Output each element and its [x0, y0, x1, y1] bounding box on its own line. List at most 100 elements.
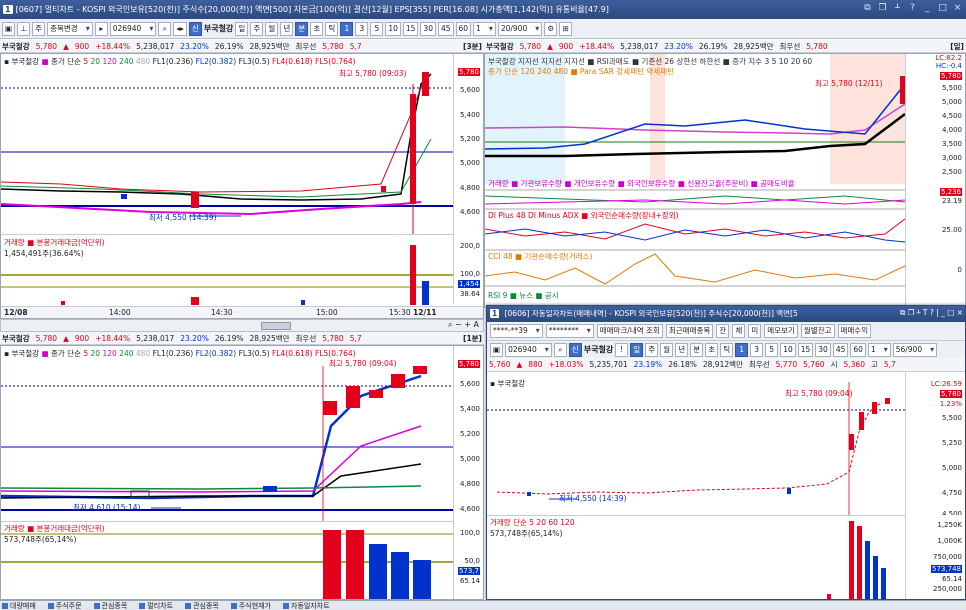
period-month-button[interactable]: 월 [265, 21, 279, 36]
window2-high-label: 최고 5,780 (09:04) [785, 389, 853, 398]
period-minute-button[interactable]: 분 [690, 342, 704, 357]
monthly-balance-button[interactable]: 월별잔고 [800, 324, 835, 338]
window2-controls-icon[interactable]: ⧉ ❐ ᚆ T ? | _ □ × [900, 308, 963, 318]
main-label-button[interactable]: 주 [32, 21, 46, 36]
account-select[interactable]: ****-**39 [490, 324, 543, 338]
period-tick-button[interactable]: 틱 [720, 342, 734, 357]
balance-button[interactable]: 잔 [716, 324, 730, 338]
trade-mark-query-button[interactable]: 매매마크/내역 조회 [596, 324, 663, 338]
taskbar-item[interactable]: 멀티차트 [139, 601, 173, 610]
period-tick-button[interactable]: 틱 [325, 21, 339, 36]
taskbar-item[interactable]: 대량매매 [2, 601, 36, 610]
auto-daily-chart-window[interactable]: 1 [0606] 자동일자차트(매매내역) - KOSPI 외국인보유[520(… [486, 305, 966, 600]
minute-5-button[interactable]: 5 [370, 21, 384, 36]
minute-3-button[interactable]: 3 [750, 342, 764, 357]
arrow-icon[interactable]: ▸ [94, 21, 108, 36]
period-minute-button[interactable]: 분 [295, 21, 309, 36]
config-icon[interactable]: ⊞ [559, 21, 573, 36]
quote-price: 5,780 [35, 41, 58, 51]
indicator-line [485, 228, 906, 243]
quote-up-arrow: ▲ [63, 333, 69, 343]
count-input[interactable]: 56/900 [892, 342, 938, 357]
copy-icon[interactable]: ❐ [876, 1, 889, 15]
unfilled-button[interactable]: 미 [748, 324, 762, 338]
period-week-button[interactable]: 주 [250, 21, 264, 36]
prev-next-icon[interactable]: ◂▸ [173, 21, 187, 36]
taskbar-item[interactable]: 관심종목 [185, 601, 219, 610]
pane3-interval-badge[interactable]: [1분] [463, 333, 482, 344]
layout-icon[interactable]: ▣ [490, 342, 504, 357]
minute-3-button[interactable]: 3 [355, 21, 369, 36]
period-second-button[interactable]: 초 [310, 21, 324, 36]
stock-change-select[interactable]: 종목변경 [47, 21, 93, 36]
pane3-chart[interactable]: ▪ 부국철강 ■ 종가 단순 5 20 120 240 480 FL1(0.23… [0, 345, 484, 600]
scrollbar-thumb[interactable] [261, 322, 291, 330]
pane3-vol-y-axis: 100,0 50,0 573,7 65.14 [453, 521, 483, 599]
close-icon[interactable]: × [951, 1, 964, 15]
unit-select[interactable]: 1 [867, 342, 891, 357]
help-icon[interactable]: ? [906, 1, 919, 15]
taskbar-item[interactable]: 주식현재가 [230, 601, 271, 610]
period-second-button[interactable]: 초 [705, 342, 719, 357]
period-day-button[interactable]: 일 [630, 342, 644, 357]
period-month-button[interactable]: 월 [660, 342, 674, 357]
candle [422, 72, 429, 96]
pane2-chart[interactable]: 부국철강 지지선 지지선 지지선 ■ RSI과매도 ■ 기준선 26 상한선 하… [484, 53, 966, 308]
quote-change: 900 [74, 333, 90, 343]
stock-code-input[interactable]: 026940 [109, 21, 157, 36]
period-year-button[interactable]: 년 [280, 21, 294, 36]
taskbar-item[interactable]: 주식주문 [47, 601, 82, 610]
zoom-icon[interactable]: ⌕ − + A [448, 320, 479, 330]
taskbar-item[interactable]: 자동일자차트 [283, 601, 330, 610]
minimize-icon[interactable]: _ [921, 1, 934, 15]
pane1-interval-badge[interactable]: [3분] [463, 41, 482, 52]
pane1-scrollbar[interactable]: ⌕ − + A [0, 319, 484, 332]
search-icon[interactable]: ⌕ [553, 342, 567, 357]
memo-button[interactable]: 메모보기 [764, 324, 798, 338]
window2-title: [0606] 자동일자차트(매매내역) - KOSPI 외국인보유[520(천)… [504, 309, 798, 318]
chart-tools-icon[interactable]: ⚙ [544, 21, 558, 36]
period-week-button[interactable]: 주 [645, 342, 659, 357]
recent-trades-button[interactable]: 최근매매종목 [665, 324, 714, 338]
save-icon[interactable]: ⊥ [17, 21, 31, 36]
candle [849, 434, 854, 450]
minute-10-button[interactable]: 10 [385, 21, 401, 36]
pane1-low-label: 최저 4,550 (14:39) [149, 213, 217, 222]
minute-5-button[interactable]: 5 [765, 342, 779, 357]
minute-45-button[interactable]: 45 [832, 342, 849, 357]
minute-15-button[interactable]: 15 [797, 342, 814, 357]
minute-1-button[interactable]: 1 [735, 342, 749, 357]
pane2-interval-badge[interactable]: [일] [950, 41, 964, 52]
minute-30-button[interactable]: 30 [420, 21, 436, 36]
pin-icon[interactable]: ᚆ [891, 1, 904, 15]
volume-bar [849, 521, 854, 599]
chart-toolbar: ▣ ⊥ 주 종목변경 ▸ 026940 ⌕ ◂▸ 신 부국철강 일 주 월 년 … [0, 19, 966, 39]
minute-60-button[interactable]: 60 [455, 21, 472, 36]
trade-profit-button[interactable]: 매매수익 [837, 324, 872, 338]
minute-1-button[interactable]: 1 [340, 21, 354, 36]
search-icon[interactable]: ⌕ [158, 21, 172, 36]
count-input[interactable]: 20/900 [497, 21, 543, 36]
stock-code-input[interactable]: 026940 [505, 342, 552, 357]
pane1-chart[interactable]: ▪ 부국철강 ■ 종가 단순 5 20 120 240 480 FL1(0.23… [0, 53, 484, 319]
restore-icon[interactable]: ⧉ [861, 1, 874, 15]
minute-15-button[interactable]: 15 [402, 21, 419, 36]
maximize-icon[interactable]: □ [936, 1, 949, 15]
pane2-legend-2: 종가 단순 120 240 480 ■ Para SAR 강세패턴 약세패턴 [488, 67, 674, 76]
fill-button[interactable]: 체 [732, 324, 746, 338]
quote-ratio: 23.20% [180, 41, 209, 51]
volume-bar [346, 530, 364, 599]
warning-icon[interactable]: ! [615, 342, 629, 357]
pane1-vol-y-axis: 200,0 100,0 1,454 38.64 [453, 234, 483, 304]
period-year-button[interactable]: 년 [675, 342, 689, 357]
taskbar-item[interactable]: 관심종목 [93, 601, 127, 610]
window2-price-tag: 5,780 [939, 390, 962, 398]
minute-60-button[interactable]: 60 [850, 342, 866, 357]
minute-30-button[interactable]: 30 [815, 342, 831, 357]
period-day-button[interactable]: 일 [235, 21, 249, 36]
password-input[interactable]: ******** [545, 324, 594, 338]
minute-45-button[interactable]: 45 [437, 21, 454, 36]
unit-select[interactable]: 1 [473, 21, 496, 36]
minute-10-button[interactable]: 10 [780, 342, 796, 357]
layout-icon[interactable]: ▣ [2, 21, 16, 36]
